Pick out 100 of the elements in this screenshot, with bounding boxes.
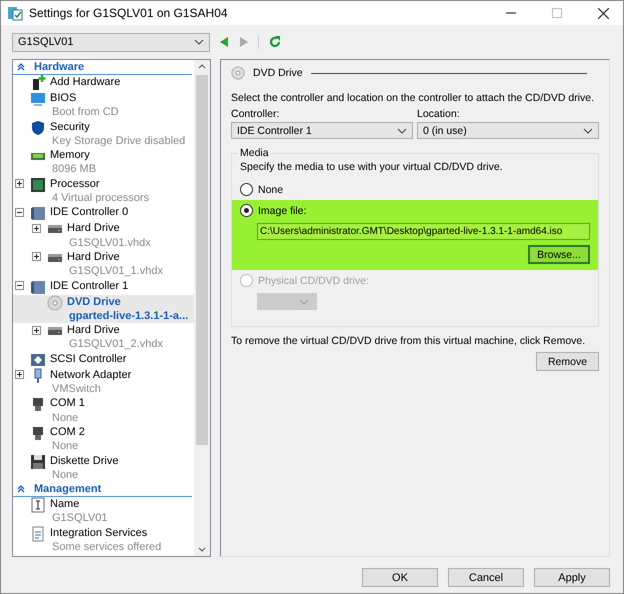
dialog-button[interactable]: OK	[362, 568, 438, 587]
tree-item[interactable]: Diskette Drive None	[13, 454, 194, 482]
dvd-icon	[231, 66, 245, 80]
tree-item[interactable]: Hard Drive G1SQLV01_2.vhdx	[13, 323, 194, 352]
tree-item[interactable]: Security Key Storage Drive disabled	[13, 120, 194, 148]
settings-window-icon	[7, 5, 23, 21]
disc-icon	[47, 294, 63, 311]
item-detail: Key Storage Drive disabled	[51, 134, 186, 148]
vm-dropdown[interactable]: G1SQLV01	[12, 32, 210, 52]
item-label: COM 2	[50, 424, 85, 440]
instruction-text: Select the controller and location on the controller to attach the CD/DVD drive.	[231, 92, 596, 104]
tree-item[interactable]: IDE Controller 1	[13, 278, 194, 295]
controller-icon	[30, 278, 46, 295]
item-detail: 8096 MB	[51, 162, 96, 177]
shield-icon	[30, 120, 46, 136]
item-label: Memory	[50, 148, 91, 162]
item-label: COM 1	[50, 396, 85, 411]
section-title: DVD Drive	[253, 67, 303, 79]
item-detail: VMSwitch	[51, 382, 102, 396]
close-icon[interactable]	[598, 8, 609, 18]
item-detail: G1SQLV01	[51, 511, 108, 526]
item-detail: gparted-live-1.3.1-1-a...	[68, 308, 188, 324]
item-detail: None	[51, 439, 80, 454]
tree-item[interactable]: BIOS Boot from CD	[13, 91, 194, 120]
item-detail: None	[51, 468, 80, 482]
item-label: BIOS	[50, 91, 78, 106]
chip-icon	[30, 176, 46, 193]
expander-icon[interactable]	[32, 224, 41, 233]
tree-item[interactable]: Add Hardware	[13, 75, 194, 91]
item-label: IDE Controller 0	[50, 205, 128, 220]
field-label: Controller:	[231, 108, 280, 120]
scroll-down-icon[interactable]	[198, 547, 206, 552]
floppy-icon	[30, 454, 46, 470]
item-label: Processor	[50, 176, 101, 192]
dialog-button[interactable]: Cancel	[448, 568, 524, 587]
item-label: Security	[50, 120, 91, 134]
tree-item[interactable]: Name G1SQLV01	[13, 497, 194, 526]
group-title: Media	[239, 147, 270, 159]
double-chevron-up-icon[interactable]	[17, 63, 25, 71]
port-icon	[30, 396, 46, 412]
controller-icon	[30, 205, 46, 222]
expander-icon[interactable]	[15, 370, 24, 380]
scroll-up-icon[interactable]	[198, 64, 206, 69]
document-icon	[30, 526, 46, 542]
double-chevron-up-icon[interactable]	[17, 485, 25, 494]
tree-item[interactable]: Hard Drive G1SQLV01.vhdx	[13, 221, 194, 250]
item-detail: Boot from CD	[51, 105, 119, 120]
back-icon[interactable]	[220, 37, 229, 47]
item-label: Hard Drive	[67, 250, 121, 264]
port-icon	[30, 424, 46, 441]
tree-item[interactable]: Processor 4 Virtual processors	[13, 176, 194, 206]
radio-button[interactable]: Image file:	[240, 204, 590, 217]
tree-item[interactable]: Memory 8096 MB	[13, 148, 194, 177]
section-header[interactable]: Management	[13, 482, 192, 498]
chevron-down-icon	[583, 128, 593, 134]
browse-button[interactable]: Browse...	[528, 245, 590, 264]
monitor-icon	[30, 91, 46, 107]
controller-icon	[30, 352, 46, 368]
item-detail: G1SQLV01_1.vhdx	[68, 264, 163, 279]
tree-item[interactable]: IDE Controller 0	[13, 205, 194, 222]
section-header[interactable]: Hardware	[13, 60, 192, 75]
tree-item[interactable]: Network Adapter VMSwitch	[13, 368, 194, 396]
refresh-icon[interactable]	[269, 36, 281, 48]
media-description: Specify the media to use with your virtual CD/DVD drive.	[240, 161, 504, 173]
chevron-down-icon	[397, 128, 407, 134]
tree-item[interactable]: Hard Drive G1SQLV01_1.vhdx	[13, 250, 194, 279]
item-label: SCSI Controller	[50, 352, 126, 366]
expander-icon[interactable]	[32, 252, 41, 262]
expander-icon[interactable]	[15, 179, 24, 188]
item-detail: 4 Virtual processors	[51, 191, 150, 206]
expander-icon[interactable]	[15, 281, 24, 290]
item-label: Name	[50, 497, 80, 512]
name-icon	[30, 497, 46, 514]
tree-item[interactable]: COM 1 None	[13, 396, 194, 425]
item-label: Hard Drive	[67, 323, 121, 338]
expander-icon[interactable]	[15, 208, 24, 217]
scrollbar[interactable]	[194, 60, 210, 556]
item-detail: Some services offered	[51, 540, 162, 554]
remove-note: To remove the virtual CD/DVD drive from this virtual machine, click Remove.	[231, 335, 586, 347]
radio-button[interactable]: None	[240, 183, 590, 196]
item-label: Integration Services	[50, 526, 148, 540]
dialog-button[interactable]: Apply	[534, 568, 610, 587]
item-label: Hard Drive	[67, 221, 121, 236]
path-field[interactable]: C:\Users\administrator.GMT\Desktop\gparted-live-1.3.1-1-amd64.iso	[257, 223, 590, 240]
item-detail: G1SQLV01.vhdx	[68, 236, 151, 250]
item-label: Diskette Drive	[50, 454, 118, 468]
remove-button[interactable]: Remove	[536, 352, 599, 371]
location-dropdown[interactable]: 0 (in use)	[417, 122, 599, 139]
tree-item[interactable]: Integration Services Some services offered	[13, 526, 194, 554]
tree-item[interactable]: COM 2 None	[13, 424, 194, 454]
item-label: IDE Controller 1	[50, 278, 128, 293]
chevron-down-icon	[299, 298, 309, 304]
tree-item[interactable]: SCSI Controller	[13, 352, 194, 368]
controller-dropdown[interactable]: IDE Controller 1	[231, 122, 413, 139]
field-label: Location:	[417, 108, 461, 120]
tree-item[interactable]: DVD Drive gparted-live-1.3.1-1-a...	[13, 294, 194, 324]
expander-icon[interactable]	[32, 326, 41, 335]
drive-icon	[47, 327, 63, 336]
add-hardware-icon	[30, 75, 46, 91]
item-label: Add Hardware	[50, 75, 120, 90]
